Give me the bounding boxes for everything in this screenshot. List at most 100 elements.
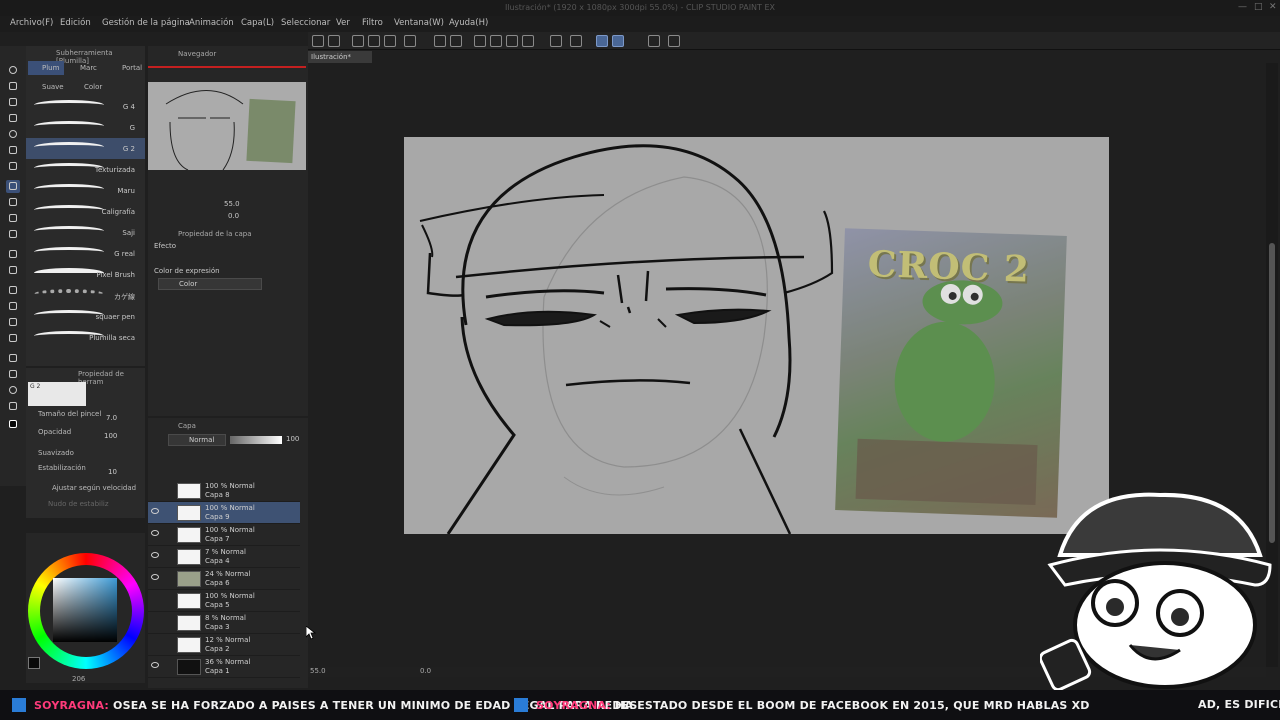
status-zoom[interactable]: 55.0 — [310, 667, 326, 675]
brush-item[interactable]: G — [26, 117, 145, 138]
opacity-value[interactable]: 100 — [104, 432, 117, 440]
transform-icon[interactable] — [490, 35, 502, 47]
lasso-tool-icon[interactable] — [6, 80, 20, 93]
eye-icon[interactable] — [151, 552, 159, 558]
menu-archivo[interactable]: Archivo(F) — [10, 18, 53, 28]
blend-mode-select[interactable]: Normal — [168, 434, 226, 446]
menu-icon[interactable] — [312, 35, 324, 47]
navigator-zoom[interactable]: 55.0 — [224, 200, 240, 208]
ruler-icon[interactable] — [570, 35, 582, 47]
brush-item[interactable]: Maru — [26, 180, 145, 201]
maximize-icon[interactable]: □ — [1254, 2, 1263, 12]
opacity-slider[interactable] — [230, 436, 282, 444]
brush-size-value[interactable]: 7.0 — [106, 414, 117, 422]
pen-tool-icon[interactable] — [6, 180, 20, 193]
eye-icon[interactable] — [151, 662, 159, 668]
brush-item[interactable]: Plumilla seca — [26, 327, 145, 348]
layer-row[interactable]: 7 % Normal Capa 4 — [148, 546, 300, 568]
snap-special-ruler-icon[interactable] — [612, 35, 624, 47]
selection-tool-icon[interactable] — [6, 96, 20, 109]
stabilization-value[interactable]: 10 — [108, 468, 117, 476]
zoom-tool-icon[interactable] — [6, 64, 20, 77]
eye-icon[interactable] — [151, 530, 159, 536]
crop-icon[interactable] — [522, 35, 534, 47]
main-color-swatch[interactable] — [28, 657, 40, 669]
brush-item[interactable]: Pixel Brush — [26, 264, 145, 285]
fill-tool-icon[interactable] — [6, 284, 20, 297]
blend-tool-icon[interactable] — [6, 264, 20, 277]
eyedropper-icon[interactable] — [6, 160, 20, 173]
layer-row[interactable]: 100 % Normal Capa 8 — [148, 480, 300, 502]
layer-row[interactable]: 12 % Normal Capa 2 — [148, 634, 300, 656]
tab-color[interactable]: Color — [70, 80, 110, 94]
speed-checkbox-label[interactable]: Ajustar según velocidad — [52, 484, 136, 492]
menu-edicion[interactable]: Edición — [60, 18, 91, 28]
eye-icon[interactable] — [151, 508, 159, 514]
menu-capa[interactable]: Capa(L) — [241, 18, 274, 28]
undo-icon[interactable] — [434, 35, 446, 47]
text-tool-icon[interactable] — [6, 368, 20, 381]
open-folder-icon[interactable] — [368, 35, 380, 47]
layer-row[interactable]: 100 % Normal Capa 7 — [148, 524, 300, 546]
layer-row[interactable]: 8 % Normal Capa 3 — [148, 612, 300, 634]
canvas-tab[interactable]: Ilustración* — [308, 51, 372, 63]
panel-icon[interactable] — [648, 35, 660, 47]
minimize-icon[interactable]: — — [1238, 2, 1247, 12]
brush-item[interactable]: G real — [26, 243, 145, 264]
menu-animacion[interactable]: Animación — [189, 18, 234, 28]
navigator-rotation[interactable]: 0.0 — [228, 212, 239, 220]
tab-suave[interactable]: Suave — [28, 80, 68, 94]
magic-wand-icon[interactable] — [6, 144, 20, 157]
lasso-select-icon[interactable] — [6, 128, 20, 141]
menu-seleccionar[interactable]: Seleccionar — [281, 18, 330, 28]
eraser-tool-icon[interactable] — [6, 248, 20, 261]
fill-icon[interactable] — [506, 35, 518, 47]
tab-plumilla[interactable]: Plum — [28, 61, 64, 75]
balloon-tool-icon[interactable] — [6, 384, 20, 397]
ruler-tool-icon[interactable] — [6, 352, 20, 365]
help-icon[interactable] — [668, 35, 680, 47]
pencil-tool-icon[interactable] — [6, 196, 20, 209]
frame-tool-icon[interactable] — [6, 332, 20, 345]
figure-tool-icon[interactable] — [6, 316, 20, 329]
tab-marcador[interactable]: Marc — [66, 61, 106, 75]
status-rotation[interactable]: 0.0 — [420, 667, 431, 675]
brush-item[interactable]: Texturizada — [26, 159, 145, 180]
snap-ruler-icon[interactable] — [596, 35, 608, 47]
menu-ayuda[interactable]: Ayuda(H) — [449, 18, 488, 28]
layer-opacity-value[interactable]: 100 — [286, 435, 299, 443]
navigator-thumbnail[interactable] — [148, 82, 306, 170]
save-icon[interactable] — [384, 35, 396, 47]
brush-item-selected[interactable]: G 2 — [26, 138, 145, 159]
brush-item[interactable]: Saji — [26, 222, 145, 243]
expression-color-select[interactable]: Color — [158, 278, 262, 290]
redo-icon[interactable] — [450, 35, 462, 47]
move-tool-icon[interactable] — [6, 112, 20, 125]
menu-ver[interactable]: Ver — [336, 18, 350, 28]
reference-image[interactable]: CROC 2 — [835, 228, 1067, 518]
saturation-value-square[interactable] — [53, 578, 117, 642]
close-icon[interactable]: ✕ — [1269, 2, 1277, 12]
brush-item[interactable]: squaer pen — [26, 306, 145, 327]
export-icon[interactable] — [404, 35, 416, 47]
color-swatch-icon[interactable] — [6, 418, 20, 431]
tab-portaminas[interactable]: Portal — [108, 61, 144, 75]
menu-gestion[interactable]: Gestión de la página — [102, 18, 190, 28]
menu-filtro[interactable]: Filtro — [362, 18, 383, 28]
eye-icon[interactable] — [151, 574, 159, 580]
airbrush-tool-icon[interactable] — [6, 228, 20, 241]
grid-icon[interactable] — [550, 35, 562, 47]
brush-item[interactable]: G 4 — [26, 96, 145, 117]
gradient-tool-icon[interactable] — [6, 300, 20, 313]
loading-icon[interactable] — [474, 35, 486, 47]
layer-row[interactable]: 24 % Normal Capa 6 — [148, 568, 300, 590]
brush-item[interactable]: カゲ線 — [26, 285, 145, 306]
correct-line-tool-icon[interactable] — [6, 400, 20, 413]
brush-tool-icon[interactable] — [6, 212, 20, 225]
layer-row[interactable]: 100 % Normal Capa 5 — [148, 590, 300, 612]
brush-item[interactable]: Caligrafía — [26, 201, 145, 222]
edit-icon[interactable] — [328, 35, 340, 47]
new-file-icon[interactable] — [352, 35, 364, 47]
layer-row-selected[interactable]: 100 % Normal Capa 9 — [148, 502, 300, 524]
layer-row[interactable]: 36 % Normal Capa 1 — [148, 656, 300, 678]
